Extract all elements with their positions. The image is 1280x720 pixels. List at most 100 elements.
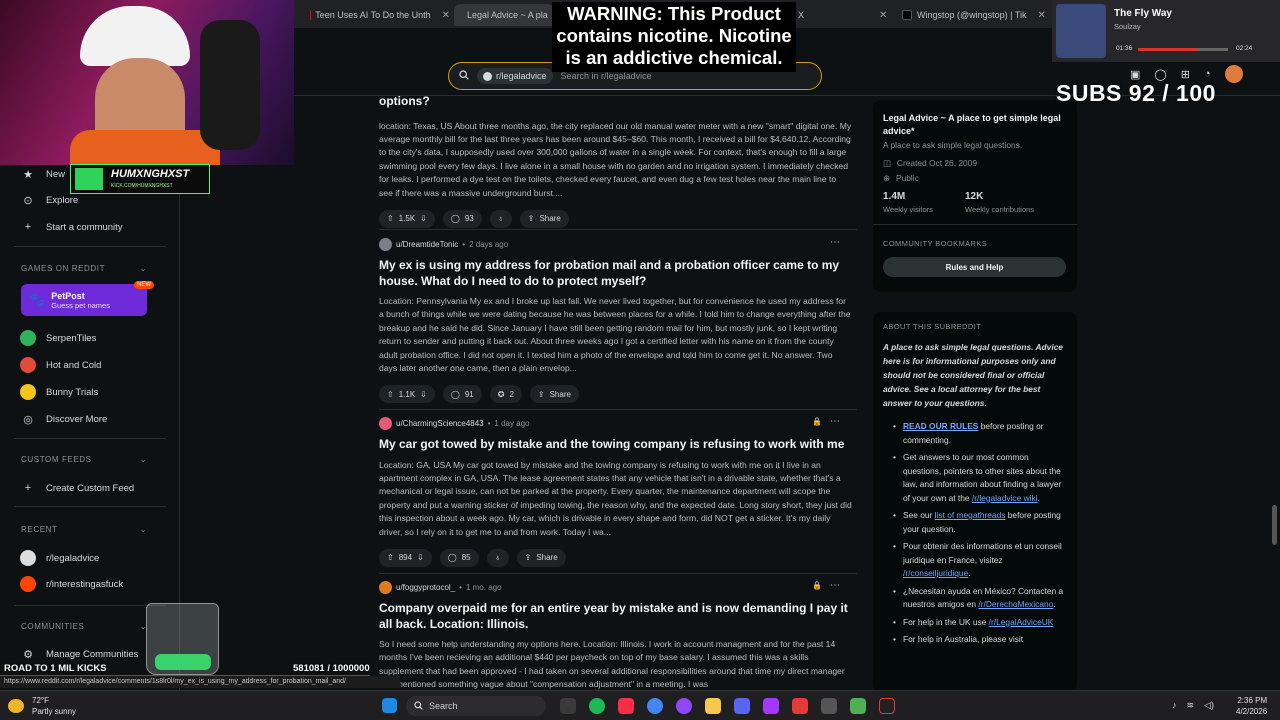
legaladviceuk-link[interactable]: /r/LegalAdviceUK — [989, 617, 1054, 627]
app-icon[interactable] — [879, 698, 895, 714]
sidebar-item-explore[interactable]: ⊙ Explore — [20, 192, 78, 208]
more-options-icon[interactable]: ⋯ — [830, 237, 840, 248]
conseiljuridique-link[interactable]: /r/conseiljuridique — [903, 568, 968, 578]
downvote-icon[interactable]: ⇩ — [420, 214, 427, 223]
vote-control[interactable]: ⇧ 894 ⇩ — [379, 548, 432, 567]
sidebar-item-recent[interactable]: r/interestingasfuck — [20, 576, 123, 592]
upvote-icon[interactable]: ⇧ — [387, 390, 394, 399]
microphone — [200, 20, 260, 150]
post-meta: u/foggyprotocol_ • 1 mo. ago — [370, 580, 852, 594]
browser-tab[interactable]: Wingstop (@wingstop) | Tik ✕ — [902, 4, 1050, 26]
app-icon[interactable] — [850, 698, 866, 714]
taskbar-search[interactable]: Search — [406, 696, 546, 716]
app-icon[interactable] — [763, 698, 779, 714]
discord-icon[interactable] — [734, 698, 750, 714]
post-title[interactable]: My ex is using my address for probation … — [370, 258, 852, 289]
sidebar-item-game[interactable]: Bunny Trials — [20, 384, 98, 400]
vote-control[interactable]: ⇧ 1.5K ⇩ — [379, 209, 435, 228]
rules-and-help-button[interactable]: Rules and Help — [883, 257, 1066, 277]
sidebar-item-recent[interactable]: r/legaladvice — [20, 550, 99, 566]
recent-header[interactable]: RECENT ⌄ — [21, 525, 147, 534]
upvote-icon[interactable]: ⇧ — [387, 553, 394, 562]
task-view-icon[interactable] — [560, 698, 576, 714]
sidebar-item-discover[interactable]: ◎ Discover More — [20, 411, 107, 427]
file-explorer-icon[interactable] — [705, 698, 721, 714]
user-avatar[interactable] — [379, 416, 392, 430]
custom-feeds-header[interactable]: CUSTOM FEEDS ⌄ — [21, 455, 147, 464]
divider — [14, 605, 166, 606]
community-chip[interactable]: r/legaladvice — [477, 68, 553, 84]
sidebar-item-game[interactable]: Hot and Cold — [20, 357, 101, 373]
post-body[interactable]: Location: Pennsylvania My ex and I broke… — [370, 295, 852, 375]
award-button[interactable]: ♁ — [486, 548, 509, 567]
close-icon[interactable]: ✕ — [1038, 10, 1046, 21]
new-badge: NEW — [134, 281, 154, 289]
obs-icon[interactable] — [676, 698, 692, 714]
post-body[interactable]: So I need some help understanding my opt… — [370, 638, 852, 690]
communities-header[interactable]: COMMUNITIES ⌄ — [21, 622, 147, 631]
downvote-icon[interactable]: ⇩ — [417, 553, 424, 562]
microphone-icon[interactable]: ♪ — [1172, 700, 1177, 711]
lock-icon: 🔒 — [812, 581, 822, 590]
share-button[interactable]: ⇪ Share — [516, 548, 566, 567]
list-item: For help in the UK use /r/LegalAdviceUK — [893, 616, 1065, 630]
games-header[interactable]: GAMES ON REDDIT ⌄ — [21, 264, 147, 273]
award-button[interactable]: ♁ — [489, 209, 512, 228]
upvote-icon[interactable]: ⇧ — [387, 214, 394, 223]
subreddit-icon — [20, 550, 36, 566]
browser-tab-active[interactable]: Legal Advice ~ A pla — [454, 4, 554, 26]
post-body[interactable]: location: Texas, US About three months a… — [370, 120, 852, 200]
close-icon[interactable]: ✕ — [879, 10, 887, 21]
more-options-icon[interactable]: ⋯ — [830, 416, 840, 427]
downvote-icon[interactable]: ⇩ — [420, 390, 427, 399]
user-avatar[interactable] — [379, 580, 392, 594]
lock-icon: 🔒 — [812, 417, 822, 426]
chrome-icon[interactable] — [647, 698, 663, 714]
page-scrollbar[interactable] — [1272, 505, 1277, 545]
browser-tab[interactable]: X ✕ — [798, 4, 894, 26]
sidebar-item-new[interactable]: ★ New — [20, 166, 65, 182]
start-icon[interactable] — [382, 698, 397, 713]
comments-button[interactable]: ◯ 85 — [439, 548, 479, 567]
browser-tab[interactable]: Teen Uses AI To Do the Unth ✕ — [310, 4, 450, 26]
app-icon[interactable] — [821, 698, 837, 714]
post-card[interactable]: u/foggyprotocol_ • 1 mo. ago 🔒 ⋯ Company o… — [370, 580, 852, 690]
user-avatar[interactable] — [1224, 65, 1243, 83]
post-card[interactable]: u/CharmingScience4843 • 1 day ago 🔒 ⋯ My c… — [370, 416, 852, 567]
sidebar-item-start-community[interactable]: + Start a community — [20, 219, 123, 235]
app-icon[interactable] — [792, 698, 808, 714]
post-card[interactable]: options? location: Texas, US About three… — [370, 96, 852, 228]
comments-button[interactable]: ◯ 93 — [442, 209, 482, 228]
shirt — [70, 130, 220, 165]
comments-button[interactable]: ◯ 91 — [442, 385, 482, 404]
user-avatar[interactable] — [379, 237, 392, 251]
more-options-icon[interactable]: ⋯ — [830, 580, 840, 591]
sidebar-item-create-feed[interactable]: + Create Custom Feed — [20, 480, 134, 496]
megathreads-link[interactable]: list of megathreads — [935, 510, 1006, 520]
read-rules-link[interactable]: READ OUR RULES — [903, 421, 978, 431]
awards-button[interactable]: ✪ 2 — [489, 385, 522, 404]
derechomexicano-link[interactable]: /r/DerechoMexicano — [978, 599, 1053, 609]
post-title[interactable]: My car got towed by mistake and the towi… — [370, 437, 852, 453]
post-title[interactable]: options? — [370, 96, 852, 110]
petpost-game[interactable]: 🐾 PetPost Guess pet names — [21, 284, 147, 316]
post-body[interactable]: Location: GA, USA My car got towed by mi… — [370, 459, 852, 539]
wifi-icon[interactable]: ≋ — [1187, 700, 1195, 711]
comment-icon: ◯ — [447, 553, 457, 563]
clock[interactable]: 2:36 PM 4/2/2026 — [1236, 695, 1267, 717]
weekly-contrib-label: Weekly contributions — [965, 205, 1035, 214]
volume-icon[interactable]: ◁) — [1204, 700, 1214, 711]
post-card[interactable]: u/DreamtideTonic • 2 days ago ⋯ My ex is u… — [370, 237, 852, 404]
sidebar-item-game[interactable]: SerpenTiles — [20, 330, 96, 346]
music-app-icon[interactable] — [618, 698, 634, 714]
share-button[interactable]: ⇪ Share — [519, 209, 569, 228]
post-actions: ⇧ 1.1K ⇩ ◯ 91 ✪ 2 ⇪ Share — [370, 385, 852, 404]
vote-control[interactable]: ⇧ 1.1K ⇩ — [379, 385, 435, 404]
weather-widget[interactable]: 72°F Partly sunny — [32, 695, 76, 717]
wiki-link[interactable]: /r/legaladvice wiki — [972, 493, 1038, 503]
post-title[interactable]: Company overpaid me for an entire year b… — [370, 601, 852, 632]
close-icon[interactable]: ✕ — [442, 10, 450, 21]
spotify-icon[interactable] — [589, 698, 605, 714]
sidebar-item-manage[interactable]: ⚙ Manage Communities — [20, 646, 138, 662]
share-button[interactable]: ⇪ Share — [529, 385, 579, 404]
